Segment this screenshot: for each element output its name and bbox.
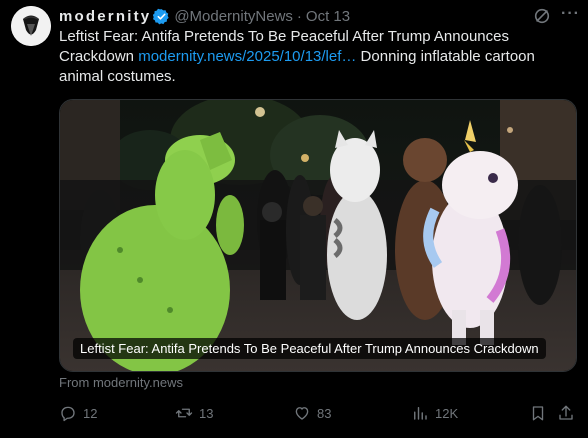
avatar[interactable] [11, 6, 51, 46]
more-options-icon[interactable]: ··· [561, 5, 579, 25]
share-button[interactable] [557, 404, 581, 422]
link-preview-card[interactable]: Leftist Fear: Antifa Pretends To Be Peac… [59, 99, 577, 372]
heart-icon [295, 407, 309, 420]
views-button[interactable]: 12K [411, 404, 458, 422]
grok-icon[interactable] [533, 7, 551, 25]
verified-badge-icon [153, 8, 169, 24]
repost-icon [175, 408, 193, 418]
preview-image [60, 100, 576, 371]
repost-count: 13 [199, 405, 214, 421]
reply-count: 12 [83, 405, 98, 421]
reply-button[interactable]: 12 [59, 404, 97, 422]
views-chart-icon [414, 407, 427, 420]
reply-icon [61, 406, 75, 422]
preview-caption: Leftist Fear: Antifa Pretends To Be Peac… [73, 338, 546, 359]
share-icon [559, 405, 573, 420]
profile-picture-icon [11, 6, 51, 46]
like-count: 83 [317, 405, 332, 421]
tweet-header: modernity @ModernityNews · Oct 13 [59, 6, 350, 26]
article-link[interactable]: modernity.news/2025/10/13/lef… [138, 48, 356, 65]
tweet-text: Leftist Fear: Antifa Pretends To Be Peac… [59, 27, 569, 87]
like-button[interactable]: 83 [293, 404, 331, 422]
user-handle[interactable]: @ModernityNews [174, 8, 293, 25]
views-count: 12K [435, 405, 459, 421]
tweet-date[interactable]: Oct 13 [306, 8, 350, 25]
bookmark-icon [532, 406, 544, 421]
display-name[interactable]: modernity [59, 8, 151, 25]
tweet-actions: 12 13 83 12K [59, 404, 579, 426]
repost-button[interactable]: 13 [175, 404, 213, 422]
link-source[interactable]: From modernity.news [59, 375, 183, 390]
separator-dot: · [296, 7, 302, 25]
bookmark-button[interactable] [529, 404, 553, 422]
